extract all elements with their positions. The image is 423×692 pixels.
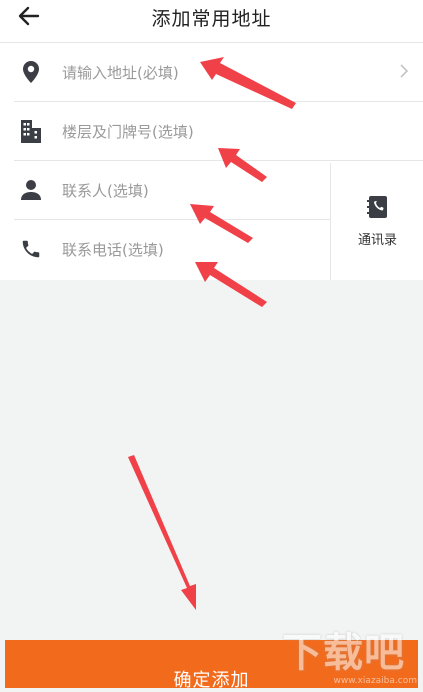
floor-field[interactable]: 楼层及门牌号(选填)	[14, 102, 423, 161]
contact-name-placeholder: 联系人(选填)	[62, 181, 149, 200]
contact-phone-placeholder: 联系电话(选填)	[62, 240, 164, 259]
phone-icon	[14, 232, 48, 266]
page-title: 添加常用地址	[151, 8, 272, 30]
confirm-add-label: 确定添加	[173, 670, 250, 691]
address-field[interactable]: 请输入地址(必填)	[14, 43, 423, 102]
floor-input-placeholder: 楼层及门牌号(选填)	[62, 122, 194, 141]
app-header: 添加常用地址	[0, 0, 423, 43]
person-icon	[14, 173, 48, 207]
address-form: 请输入地址(必填) 楼层及门牌号(选填) 联系人(选填) 联系电话(选填) 通讯…	[0, 43, 423, 280]
building-icon	[14, 114, 48, 148]
address-input-placeholder: 请输入地址(必填)	[62, 63, 179, 82]
address-book-icon	[366, 196, 387, 218]
address-book-label: 通讯录	[357, 233, 397, 248]
contact-name-field[interactable]: 联系人(选填)	[14, 161, 330, 220]
location-pin-icon	[14, 55, 48, 89]
confirm-add-button[interactable]: 确定添加	[5, 640, 418, 691]
contact-phone-field[interactable]: 联系电话(选填)	[14, 220, 330, 278]
annotation-arrow-confirm	[128, 455, 196, 610]
chevron-right-icon	[399, 63, 409, 83]
address-book-button[interactable]: 通讯录	[330, 163, 423, 280]
